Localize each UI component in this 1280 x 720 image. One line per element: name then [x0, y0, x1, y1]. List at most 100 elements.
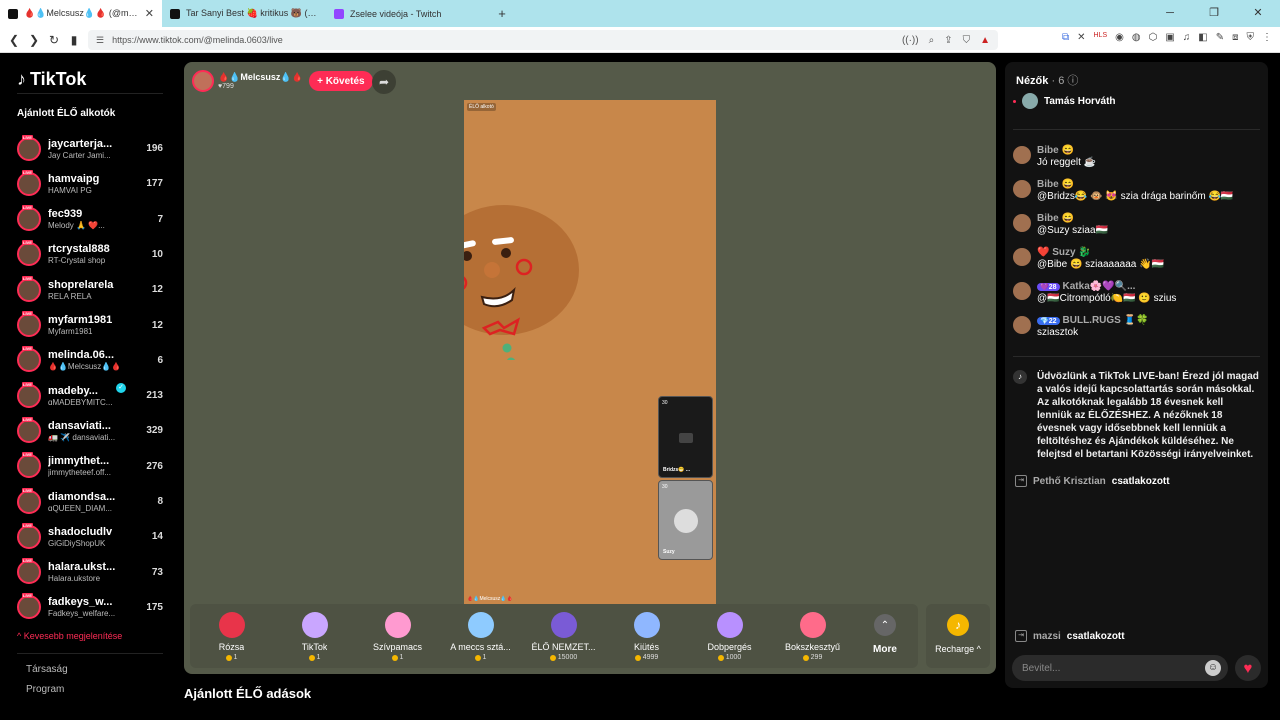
guest-count: 30: [662, 400, 668, 406]
puzzle-icon[interactable]: ✎: [1216, 32, 1224, 43]
chat-user[interactable]: Bibe 😄: [1037, 145, 1096, 156]
sidebar-creator[interactable]: LIVE halara.ukst... Halara.ukstore 73: [17, 555, 163, 590]
zoom-icon[interactable]: ⌕: [929, 35, 935, 46]
sidebar-creator[interactable]: LIVE madeby... ✓ ɑMADEBYMITC... 213: [17, 378, 163, 413]
avatar[interactable]: [1013, 180, 1031, 198]
window-close-button[interactable]: ✕: [1236, 0, 1280, 27]
gift-icon: [467, 612, 494, 638]
triangle-icon[interactable]: ▲: [980, 35, 990, 46]
chat-user[interactable]: Bibe 😄: [1037, 179, 1233, 190]
gift-item[interactable]: Dobpergés 1000: [688, 604, 771, 668]
divider: [1013, 129, 1260, 130]
extension-icon[interactable]: ⬡: [1149, 32, 1158, 43]
extension-icon[interactable]: ◍: [1132, 32, 1141, 43]
sidebar-creator[interactable]: LIVE myfarm1981 Myfarm1981 12: [17, 308, 163, 343]
sidebar-creator[interactable]: LIVE fadkeys_w... Fadkeys_welfare... 175: [17, 590, 163, 625]
gift-item[interactable]: Bokszkesztyű 299: [771, 604, 854, 668]
avatar[interactable]: [1013, 316, 1031, 334]
new-tab-button[interactable]: +: [490, 0, 514, 27]
sidebar-creator[interactable]: LIVE diamondsa... ɑQUEEN_DIAM... 8: [17, 484, 163, 519]
live-stream-panel: 🩸💧Melcsusz💧🩸 ♥799 + Követés ➦ ÉLŐ alkotó…: [184, 62, 996, 674]
avatar[interactable]: [1013, 146, 1031, 164]
chat-user[interactable]: 💜28 Katka🌸💜🔍...: [1037, 281, 1176, 292]
sidebar-creator[interactable]: LIVE jaycarterja... Jay Carter Jami... 196: [17, 131, 163, 166]
host-avatar[interactable]: [192, 70, 214, 92]
live-badge: LIVE: [22, 134, 33, 140]
top-viewer[interactable]: Tamás Horváth: [1013, 93, 1116, 109]
restore-button[interactable]: ❐: [1192, 0, 1236, 27]
browser-tab[interactable]: Zselee videója - Twitch: [326, 0, 490, 27]
gift-item[interactable]: Kiütés 4999: [605, 604, 688, 668]
creator-subtitle: GiGiDiyShopUK: [48, 538, 106, 548]
tiktok-logo[interactable]: ♪ TikTok: [17, 69, 86, 90]
avatar[interactable]: [1013, 282, 1031, 300]
shield-icon[interactable]: ⛉: [963, 35, 971, 46]
more-gifts-button[interactable]: ⌃ More: [854, 604, 916, 668]
guest-avatar: [674, 509, 698, 533]
avatar[interactable]: [1013, 248, 1031, 266]
gift-item[interactable]: Rózsa 1: [190, 604, 273, 668]
menu-icon[interactable]: ⋮: [1262, 32, 1272, 43]
vpn-icon[interactable]: ⛨: [1247, 32, 1255, 43]
back-button[interactable]: ❮: [4, 33, 24, 47]
extension-icon[interactable]: ⧈: [1232, 32, 1238, 43]
share-button[interactable]: ➦: [372, 70, 396, 94]
creator-name: dansaviati...: [48, 419, 111, 432]
live-badge: LIVE: [22, 346, 33, 352]
host-name[interactable]: 🩸💧Melcsusz💧🩸: [218, 72, 303, 83]
extension-icon[interactable]: ▣: [1165, 32, 1174, 43]
minimize-button[interactable]: ─: [1148, 0, 1192, 27]
guest-tile[interactable]: 30 Suzy: [658, 480, 713, 560]
chat-user[interactable]: 💎22 BULL.RUGS 🧵🍀: [1037, 315, 1149, 326]
sidebar-creator[interactable]: LIVE shadocludlv GiGiDiyShopUK 14: [17, 519, 163, 554]
live-badge: LIVE: [22, 381, 33, 387]
sidebar-creator[interactable]: LIVE melinda.06... 🩸💧Melcsusz💧🩸 6: [17, 343, 163, 378]
x-icon[interactable]: ✕: [1077, 32, 1085, 43]
reload-button[interactable]: ↻: [44, 33, 64, 47]
chat-username: Katka🌸💜🔍...: [1062, 281, 1136, 292]
chat-user[interactable]: Bibe 😄: [1037, 213, 1108, 224]
sidebar-creator[interactable]: LIVE dansaviati... 🚛 ✈️ dansaviati... 329: [17, 413, 163, 448]
gift-item[interactable]: A meccs sztá... 1: [439, 604, 522, 668]
site-settings-icon[interactable]: ☰: [96, 35, 104, 46]
heart-icon[interactable]: ♥: [1235, 655, 1261, 681]
browser-tab[interactable]: Tar Sanyi Best 🍓 kritikus 🐻 (@szop: [162, 0, 326, 27]
bookmark-icon[interactable]: ▮: [64, 33, 84, 47]
live-video[interactable]: ÉLŐ alkotó 30 Bridzs😁 ... 30 Suzy 🩸💧Melc…: [464, 100, 716, 604]
sidebar-creator[interactable]: LIVE hamvaipg HAMVAI PG 177: [17, 166, 163, 201]
gift-item[interactable]: TikTok 1: [273, 604, 356, 668]
guest-tile[interactable]: 30 Bridzs😁 ...: [658, 396, 713, 478]
join-user[interactable]: Pethő Krisztian: [1033, 476, 1106, 487]
info-icon[interactable]: ⓘ: [1067, 75, 1078, 87]
cast-icon[interactable]: ((·)): [902, 35, 919, 46]
footer-link-program[interactable]: Program: [26, 684, 64, 695]
sidebar-icon[interactable]: ◧: [1198, 32, 1207, 43]
creator-name: melinda.06...: [48, 349, 115, 362]
show-less-link[interactable]: ^ Kevesebb megjelenítése: [17, 631, 122, 641]
gift-item[interactable]: ÉLŐ NEMZET... 15000: [522, 604, 605, 668]
extension-icon[interactable]: ◉: [1115, 32, 1124, 43]
sidebar-creator[interactable]: LIVE jimmythet... jimmytheteef.off... 276: [17, 449, 163, 484]
music-icon[interactable]: ♫: [1183, 32, 1191, 43]
share-icon[interactable]: ⇪: [944, 35, 952, 46]
close-icon[interactable]: ✕: [145, 7, 154, 20]
sidebar-creator[interactable]: LIVE fec939 Melody 🙏 ❤️... 7: [17, 202, 163, 237]
chat-input[interactable]: [1012, 655, 1228, 681]
browser-tab-active[interactable]: 🩸💧Melcsusz💧🩸 (@melinda.06 ✕: [0, 0, 162, 27]
translate-icon[interactable]: ⧉: [1062, 32, 1069, 43]
footer-link-company[interactable]: Társaság: [26, 664, 68, 675]
avatar[interactable]: [1013, 214, 1031, 232]
sidebar-creator[interactable]: LIVE shoprelarela RELA RELA 12: [17, 272, 163, 307]
viewer-count: 7: [157, 213, 163, 225]
chat-user[interactable]: ❤️ Suzy 🐉: [1037, 247, 1164, 258]
url-field[interactable]: ☰ https://www.tiktok.com/@melinda.0603/l…: [88, 30, 998, 50]
recharge-button[interactable]: ♪ Recharge ^: [926, 604, 990, 668]
emoji-icon[interactable]: ☺: [1205, 660, 1221, 676]
follow-button[interactable]: + Követés: [308, 71, 373, 91]
hls-icon[interactable]: HLS: [1094, 32, 1108, 43]
sidebar-creator[interactable]: LIVE rtcrystal888 RT-Crystal shop 10: [17, 237, 163, 272]
forward-button[interactable]: ❯: [24, 33, 44, 47]
gift-item[interactable]: Szívpamacs 1: [356, 604, 439, 668]
window-controls: ─ ❐ ✕: [1148, 0, 1280, 27]
join-user[interactable]: mazsi: [1033, 631, 1061, 642]
